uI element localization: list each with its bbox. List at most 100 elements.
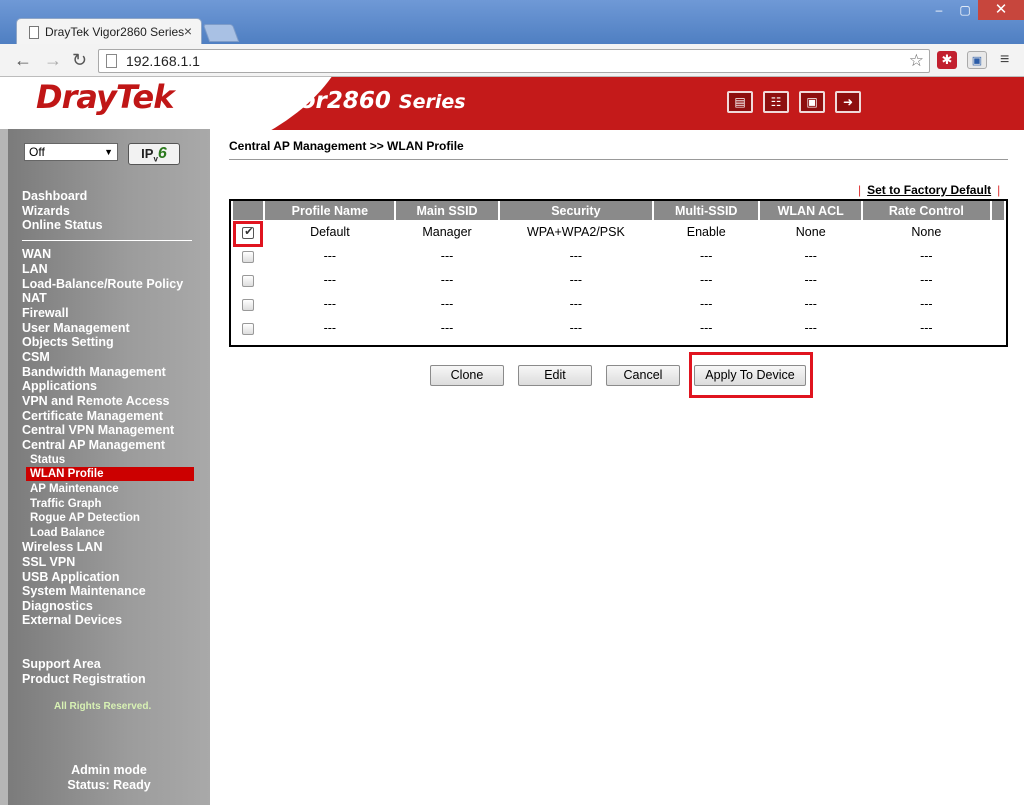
- row-checkbox[interactable]: [242, 298, 255, 311]
- settings-sliders-icon[interactable]: ☷: [763, 91, 789, 113]
- new-tab-button[interactable]: [202, 24, 240, 42]
- maximize-button[interactable]: ▢: [952, 0, 978, 20]
- sidebar: Off ▼ IPv6 Dashboard Wizards Online Statu…: [8, 129, 210, 805]
- model-title: Vigor2860 Series: [258, 88, 466, 114]
- sidebar-item-diagnostics[interactable]: Diagnostics: [22, 599, 93, 613]
- table-cell: ---: [920, 273, 933, 287]
- close-window-button[interactable]: ✕: [978, 0, 1024, 20]
- table-row: --- --- --- --- --- ---: [233, 316, 1004, 340]
- sidebar-item-wizards[interactable]: Wizards: [22, 204, 70, 218]
- sidebar-item-ssl-vpn[interactable]: SSL VPN: [22, 555, 75, 569]
- sidebar-item-central-ap[interactable]: Central AP Management: [22, 438, 165, 452]
- edit-button[interactable]: Edit: [518, 365, 592, 386]
- browser-toolbar: ← → ↻ 192.168.1.1 ☆ ✱ ▣ ≡: [0, 44, 1024, 77]
- sidebar-subitem-rogue-ap[interactable]: Rogue AP Detection: [30, 511, 140, 525]
- row-checkbox[interactable]: [242, 322, 255, 335]
- row-checkbox[interactable]: [242, 250, 255, 263]
- browser-titlebar: DrayTek Vigor2860 Series × ‒ ▢ ✕: [0, 0, 1024, 45]
- cancel-button[interactable]: Cancel: [606, 365, 680, 386]
- sidebar-subitem-ap-maintenance[interactable]: AP Maintenance: [30, 482, 119, 496]
- page-title: Central AP Management >> WLAN Profile: [229, 139, 464, 153]
- checkbox-highlight: [233, 221, 263, 247]
- forward-arrow-icon[interactable]: →: [44, 50, 62, 70]
- table-cell-end: [992, 268, 1004, 292]
- table-row: --- --- --- --- --- ---: [233, 292, 1004, 316]
- address-bar[interactable]: 192.168.1.1 ☆: [98, 49, 930, 73]
- sidebar-item-online-status[interactable]: Online Status: [22, 218, 103, 232]
- table-cell-end: [992, 292, 1004, 316]
- table-cell-end: [992, 220, 1004, 244]
- dashboard-icon[interactable]: ▤: [727, 91, 753, 113]
- sidebar-item-certificate[interactable]: Certificate Management: [22, 409, 163, 423]
- sidebar-item-usb[interactable]: USB Application: [22, 570, 119, 584]
- logout-icon[interactable]: ➜: [835, 91, 861, 113]
- sidebar-item-central-vpn[interactable]: Central VPN Management: [22, 423, 174, 437]
- sidebar-item-support-area[interactable]: Support Area: [22, 657, 101, 671]
- table-cell-end: [992, 316, 1004, 340]
- tab-title: DrayTek Vigor2860 Series: [45, 25, 185, 39]
- extension-doc-icon[interactable]: ▣: [967, 51, 987, 69]
- table-row: Default Manager WPA+WPA2/PSK Enable None None: [233, 220, 1004, 244]
- table-cell: ---: [569, 273, 583, 287]
- table-cell: ---: [440, 297, 454, 311]
- table-cell: ---: [699, 321, 713, 335]
- sidebar-item-wan[interactable]: WAN: [22, 247, 51, 261]
- sidebar-item-wireless-lan[interactable]: Wireless LAN: [22, 540, 102, 554]
- table-cell: ---: [920, 297, 933, 311]
- sidebar-item-user-management[interactable]: User Management: [22, 321, 130, 335]
- sidebar-item-bandwidth[interactable]: Bandwidth Management: [22, 365, 166, 379]
- mode-dropdown[interactable]: Off ▼: [24, 143, 118, 161]
- sidebar-item-csm[interactable]: CSM: [22, 350, 50, 364]
- table-cell: ---: [323, 321, 337, 335]
- sidebar-item-dashboard[interactable]: Dashboard: [22, 189, 87, 203]
- table-cell: ---: [440, 249, 454, 263]
- table-header-row: Profile Name Main SSID Security Multi-SS…: [233, 201, 1004, 220]
- table-cell-end: [992, 244, 1004, 268]
- sidebar-subitem-status[interactable]: Status: [30, 453, 65, 467]
- table-cell: WPA+WPA2/PSK: [526, 225, 625, 239]
- menu-icon[interactable]: ≡: [1000, 51, 1009, 69]
- sidebar-item-nat[interactable]: NAT: [22, 291, 47, 305]
- sidebar-subitem-wlan-profile[interactable]: WLAN Profile: [26, 467, 194, 481]
- table-cell: ---: [440, 273, 454, 287]
- extension-icon[interactable]: ✱: [937, 51, 957, 69]
- header-icons: ▤ ☷ ▣ ➜: [727, 91, 861, 113]
- close-tab-icon[interactable]: ×: [184, 23, 192, 39]
- table-cell: ---: [323, 273, 337, 287]
- clone-button[interactable]: Clone: [430, 365, 504, 386]
- table-row: --- --- --- --- --- ---: [233, 244, 1004, 268]
- sidebar-item-lan[interactable]: LAN: [22, 262, 48, 276]
- sidebar-item-external-devices[interactable]: External Devices: [22, 613, 122, 627]
- table-cell: None: [911, 225, 942, 239]
- table-cell: ---: [440, 321, 454, 335]
- table-cell: Enable: [686, 225, 726, 239]
- set-factory-default-link[interactable]: Set to Factory Default: [867, 183, 991, 197]
- table-cell: ---: [569, 249, 583, 263]
- ipv6-button[interactable]: IPv6: [128, 143, 180, 165]
- sidebar-item-objects-setting[interactable]: Objects Setting: [22, 335, 114, 349]
- save-icon[interactable]: ▣: [799, 91, 825, 113]
- admin-mode-text: Admin mode: [71, 763, 147, 777]
- reload-icon[interactable]: ↻: [72, 50, 87, 70]
- sidebar-subitem-load-balance[interactable]: Load Balance: [30, 526, 105, 540]
- sidebar-item-system-maintenance[interactable]: System Maintenance: [22, 584, 146, 598]
- row-checkbox[interactable]: [242, 274, 255, 287]
- sidebar-item-product-registration[interactable]: Product Registration: [22, 672, 146, 686]
- table-cell: ---: [323, 297, 337, 311]
- table-cell: ---: [699, 297, 713, 311]
- back-arrow-icon[interactable]: ←: [14, 50, 32, 70]
- table-row: --- --- --- --- --- ---: [233, 268, 1004, 292]
- sidebar-item-applications[interactable]: Applications: [22, 379, 97, 393]
- sidebar-item-firewall[interactable]: Firewall: [22, 306, 69, 320]
- browser-tab[interactable]: DrayTek Vigor2860 Series ×: [16, 18, 202, 45]
- sidebar-subitem-traffic-graph[interactable]: Traffic Graph: [30, 497, 102, 511]
- sidebar-item-load-balance[interactable]: Load-Balance/Route Policy: [22, 277, 183, 291]
- sidebar-edge: [0, 129, 8, 805]
- table-cell: ---: [920, 321, 933, 335]
- minimize-button[interactable]: ‒: [926, 0, 952, 20]
- separator: |: [997, 183, 1001, 197]
- bookmark-star-icon[interactable]: ☆: [909, 51, 924, 71]
- status-text: Status: Ready: [67, 778, 151, 792]
- table-header: WLAN ACL: [760, 201, 861, 220]
- sidebar-item-vpn[interactable]: VPN and Remote Access: [22, 394, 170, 408]
